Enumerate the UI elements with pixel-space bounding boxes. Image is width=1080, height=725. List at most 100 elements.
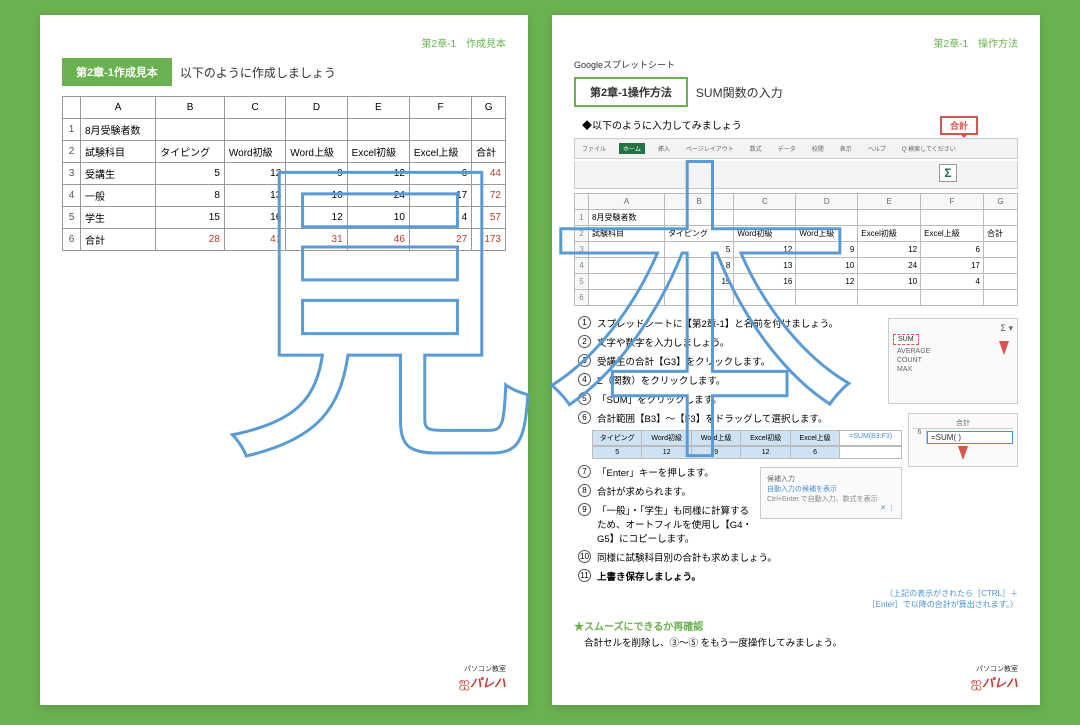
- cell: 合計: [81, 229, 156, 251]
- logo: パソコン教室 ஐパレハ: [971, 664, 1018, 693]
- cell[interactable]: タイピング: [664, 226, 733, 242]
- section-title: SUM関数の入力: [696, 84, 783, 101]
- cell[interactable]: 9: [796, 242, 858, 258]
- page-header: 第2章-1 作成見本: [62, 35, 506, 50]
- row: 3: [575, 242, 589, 258]
- col-G: G: [472, 97, 506, 119]
- cell: 8: [156, 185, 225, 207]
- cell[interactable]: 12: [858, 242, 921, 258]
- cell[interactable]: 13: [734, 258, 796, 274]
- range-cell: Word上級: [692, 431, 741, 445]
- cell-total: 57: [472, 207, 506, 229]
- col-B: B: [156, 97, 225, 119]
- range-cell: 6: [791, 447, 840, 458]
- ribbon-tab[interactable]: ヘルプ: [865, 144, 889, 153]
- ribbon-tab[interactable]: 校閲: [809, 144, 827, 153]
- range-cell: Word初級: [642, 431, 691, 445]
- ribbon-tab[interactable]: 数式: [747, 144, 765, 153]
- cell: Excel初級: [347, 141, 409, 163]
- menu-average[interactable]: AVERAGE: [893, 347, 1013, 356]
- cell: 15: [156, 207, 225, 229]
- range-cell: Excel上級: [791, 431, 840, 445]
- ribbon-search[interactable]: Q 検索してください: [899, 144, 959, 153]
- cell: 13: [224, 185, 285, 207]
- col-A: A: [81, 97, 156, 119]
- range-selection: タイピング Word初級 Word上級 Excel初級 Excel上級 =SUM…: [592, 430, 902, 446]
- title-row: 第2章-1作成見本 以下のように作成しましょう: [62, 58, 506, 86]
- cell: 12: [286, 207, 347, 229]
- page-header: 第2章-1 操作方法: [574, 35, 1018, 50]
- cell: 試験科目: [81, 141, 156, 163]
- excel-ribbon: ファイル ホーム 挿入 ページレイアウト 数式 データ 校閲 表示 ヘルプ Q …: [574, 138, 1018, 159]
- menu-max[interactable]: MAX: [893, 365, 1013, 374]
- step-text: 文字や数字を入力しましょう。: [597, 335, 882, 349]
- range-cell: Excel初級: [741, 431, 790, 445]
- range-cell: 9: [692, 447, 741, 458]
- col-corner: [63, 97, 81, 119]
- cell[interactable]: Excel初級: [858, 226, 921, 242]
- cell: Excel上級: [409, 141, 471, 163]
- ribbon-tab[interactable]: 挿入: [655, 144, 673, 153]
- ribbon-tab[interactable]: ファイル: [579, 144, 609, 153]
- cell[interactable]: Word初級: [734, 226, 796, 242]
- range-cell: 5: [593, 447, 642, 458]
- cell[interactable]: 試験科目: [589, 226, 665, 242]
- cell: 学生: [81, 207, 156, 229]
- title-row: 第2章-1操作方法 SUM関数の入力: [574, 77, 1018, 107]
- formula[interactable]: =SUM( ): [927, 431, 1013, 444]
- cell[interactable]: 8: [664, 258, 733, 274]
- ribbon-tab-home[interactable]: ホーム: [619, 143, 645, 154]
- cell: 6: [409, 163, 471, 185]
- ribbon-tab[interactable]: データ: [775, 144, 799, 153]
- cell-total: 28: [156, 229, 225, 251]
- hint-caption: （上記の表示がされたら［CTRL］＋ ［Enter］で以降の合計が算出されます。…: [574, 588, 1018, 610]
- col: C: [734, 194, 796, 210]
- step-text: 「Enter」キーを押します。: [597, 465, 754, 479]
- arrow-down-icon: [958, 446, 968, 460]
- cell[interactable]: 17: [921, 258, 984, 274]
- cell[interactable]: 合計: [983, 226, 1017, 242]
- col-E: E: [347, 97, 409, 119]
- cell[interactable]: 10: [796, 258, 858, 274]
- cell[interactable]: 12: [796, 274, 858, 290]
- cell[interactable]: 6: [921, 242, 984, 258]
- cell[interactable]: 8月受験者数: [589, 210, 665, 226]
- logo-icon: ஐ: [971, 676, 982, 691]
- range-cell: 12: [741, 447, 790, 458]
- col: E: [858, 194, 921, 210]
- cell[interactable]: 10: [858, 274, 921, 290]
- cell[interactable]: 4: [921, 274, 984, 290]
- cell-total: 44: [472, 163, 506, 185]
- cell[interactable]: 5: [664, 242, 733, 258]
- row-num: 1: [63, 119, 81, 141]
- col-F: F: [409, 97, 471, 119]
- cell-total: 173: [472, 229, 506, 251]
- cell-total: 72: [472, 185, 506, 207]
- menu-sum[interactable]: SUM: [893, 334, 919, 345]
- logo-icon: ஐ: [459, 676, 470, 691]
- cell[interactable]: 15: [664, 274, 733, 290]
- cell-total: 27: [409, 229, 471, 251]
- excel-grid: A B C D E F G 18月受験者数 2 試験科目 タイピング Word初…: [574, 193, 1018, 306]
- step-text: スプレッドシートに【第2章-1】と名前を付けましょう。: [597, 316, 882, 330]
- cell: 10: [286, 185, 347, 207]
- cell: 12: [347, 163, 409, 185]
- row-num: 6: [63, 229, 81, 251]
- col: F: [921, 194, 984, 210]
- logo-sub: パソコン教室: [459, 664, 506, 674]
- ribbon-tab[interactable]: ページレイアウト: [683, 144, 737, 153]
- cell[interactable]: 12: [734, 242, 796, 258]
- cell: Word初級: [224, 141, 285, 163]
- arrow-down-icon: [999, 341, 1009, 355]
- formula-result: =SUM(B3:F3): [840, 431, 901, 445]
- cell[interactable]: 16: [734, 274, 796, 290]
- autosum-button[interactable]: Σ: [939, 164, 957, 182]
- step-text: 同様に試験科目別の合計も求めましょう。: [597, 550, 1018, 564]
- page-left: 第2章-1 作成見本 第2章-1作成見本 以下のように作成しましょう A B C…: [40, 15, 528, 705]
- ribbon-tab[interactable]: 表示: [837, 144, 855, 153]
- menu-count[interactable]: COUNT: [893, 356, 1013, 365]
- cell[interactable]: 24: [858, 258, 921, 274]
- cell[interactable]: Word上級: [796, 226, 858, 242]
- cell: 4: [409, 207, 471, 229]
- cell[interactable]: Excel上級: [921, 226, 984, 242]
